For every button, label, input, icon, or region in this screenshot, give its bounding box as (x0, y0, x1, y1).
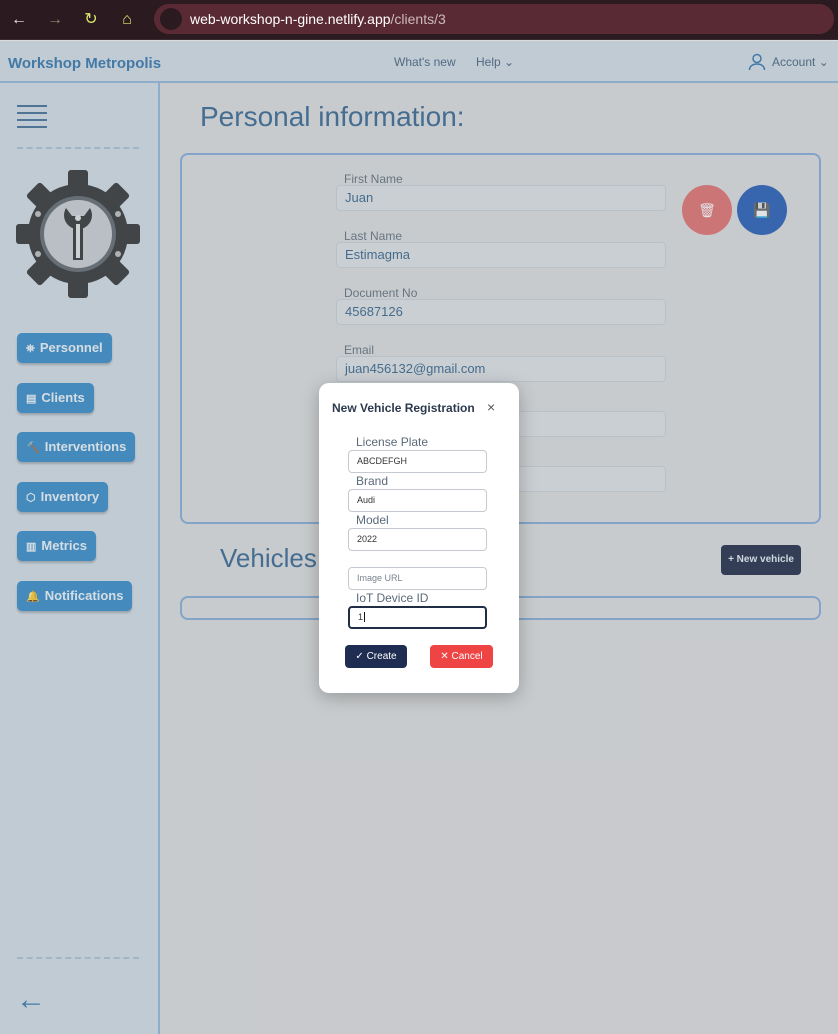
home-icon[interactable]: ⌂ (117, 10, 137, 30)
brand-label: Brand (356, 474, 389, 488)
address-bar[interactable]: web-workshop-n-gine.netlify.app/clients/… (154, 4, 834, 34)
cancel-button-label: Cancel (451, 651, 483, 662)
create-button-label: Create (366, 651, 397, 662)
site-info-icon[interactable] (160, 8, 182, 30)
iot-device-id-label: IoT Device ID (356, 591, 429, 605)
dialog-title: New Vehicle Registration (332, 401, 475, 415)
forward-arrow-icon[interactable]: → (45, 10, 65, 30)
check-icon: ✓ (355, 651, 364, 662)
image-url-input[interactable]: Image URL (348, 567, 487, 590)
text-cursor (364, 612, 366, 622)
x-icon: ✕ (440, 651, 449, 662)
browser-toolbar: ← → ↻ ⌂ web-workshop-n-gine.netlify.app/… (0, 0, 838, 40)
iot-device-id-value: 1 (358, 612, 364, 622)
license-plate-input[interactable]: ABCDEFGH (348, 450, 487, 473)
back-arrow-icon[interactable]: ← (9, 10, 29, 30)
new-vehicle-dialog: New Vehicle Registration × License Plate… (319, 383, 519, 693)
reload-icon[interactable]: ↻ (81, 10, 101, 30)
brand-input[interactable]: Audi (348, 489, 487, 512)
iot-device-id-input[interactable]: 1 (348, 606, 487, 629)
license-plate-label: License Plate (356, 435, 429, 449)
create-button[interactable]: ✓ Create (345, 645, 407, 668)
close-icon[interactable]: × (487, 399, 495, 415)
cancel-button[interactable]: ✕ Cancel (430, 645, 493, 668)
url-text: web-workshop-n-gine.netlify.app/clients/… (190, 11, 446, 27)
model-label: Model (356, 513, 389, 527)
model-input[interactable]: 2022 (348, 528, 487, 551)
